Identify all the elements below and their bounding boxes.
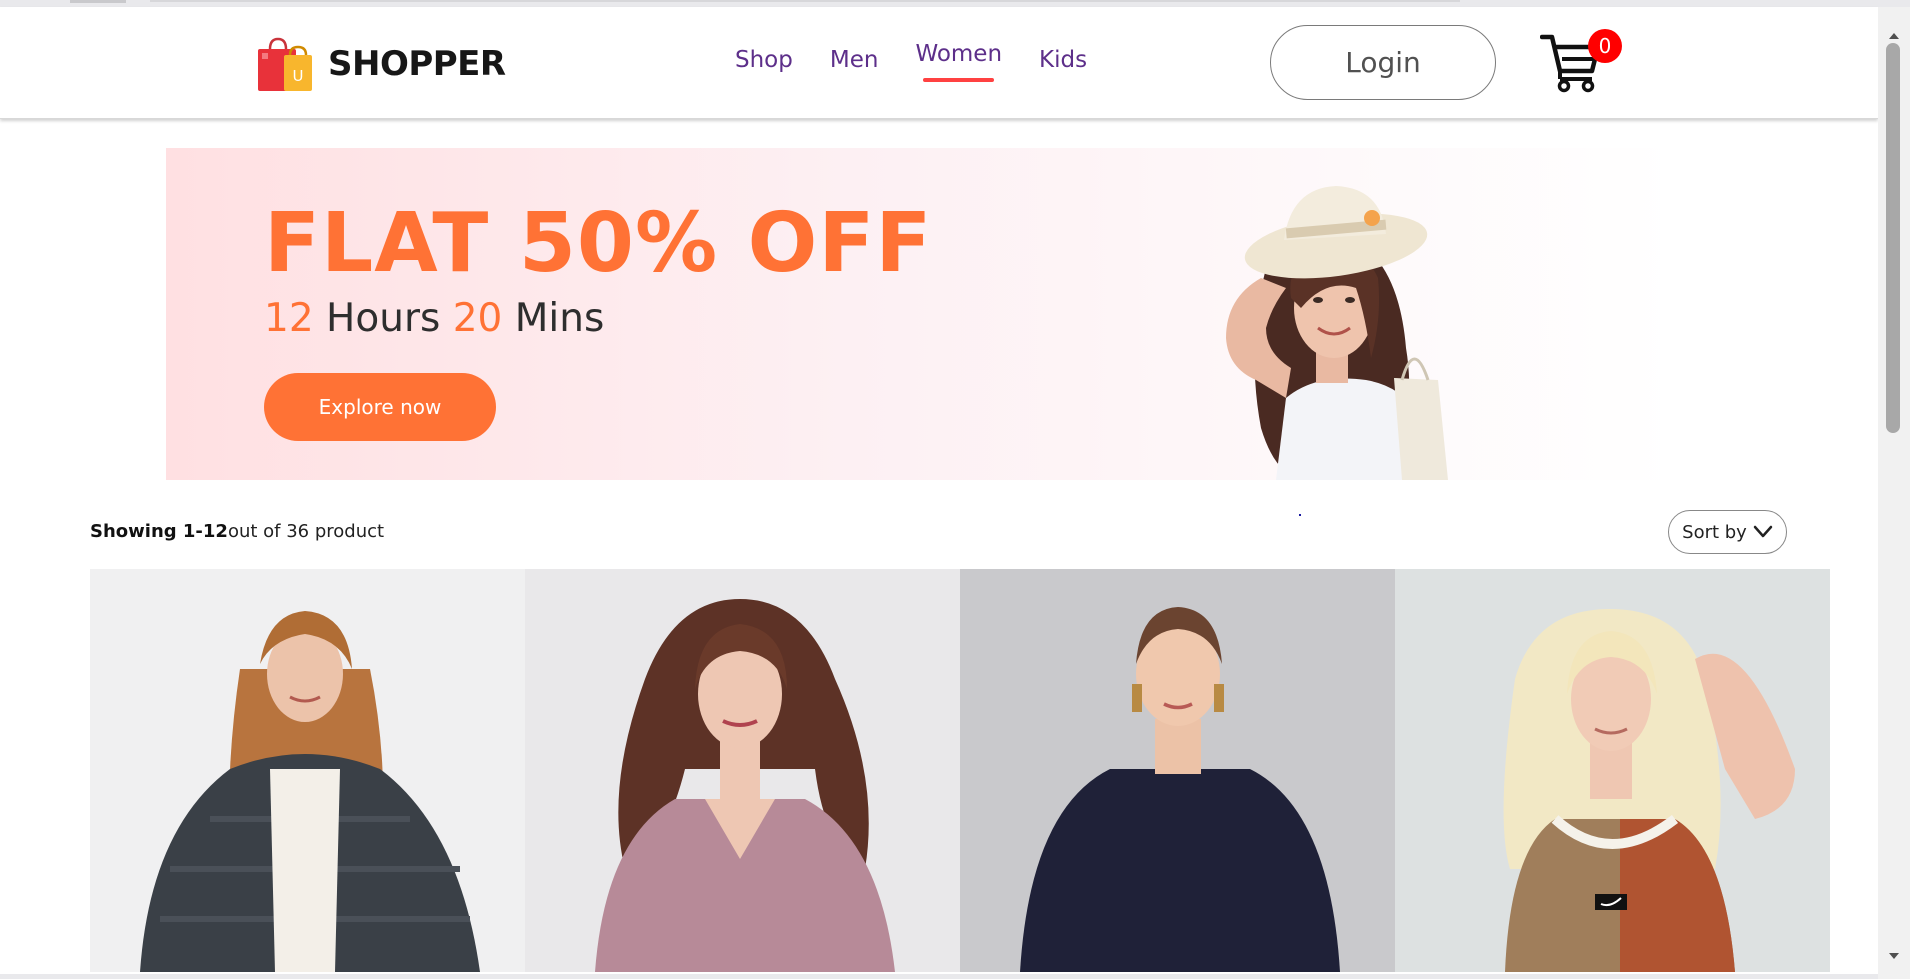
brand-name: SHOPPER bbox=[328, 44, 506, 84]
results-count-rest: out of 36 product bbox=[227, 521, 385, 542]
vertical-scrollbar[interactable] bbox=[1878, 7, 1910, 979]
sort-by-label: Sort by bbox=[1682, 521, 1747, 543]
chevron-down-icon bbox=[1753, 525, 1773, 538]
svg-text:U: U bbox=[293, 67, 304, 85]
product-card[interactable] bbox=[1395, 569, 1830, 972]
product-grid bbox=[90, 569, 1830, 972]
countdown-hours-value: 12 bbox=[264, 296, 314, 341]
nav-item-shop[interactable]: Shop bbox=[735, 47, 793, 73]
hero-model-image bbox=[1226, 186, 1448, 480]
product-card[interactable] bbox=[90, 569, 525, 972]
countdown-mins-label: Mins bbox=[514, 296, 605, 341]
product-image-fur-jacket bbox=[90, 569, 525, 972]
nav-item-label: Kids bbox=[1039, 47, 1088, 73]
nav-item-women[interactable]: Women bbox=[915, 41, 1003, 82]
navbar: U SHOPPER Shop Men Women Kids Login 0 bbox=[0, 7, 1878, 119]
results-count: Showing 1-12out of 36 product bbox=[90, 521, 384, 542]
shopping-bag-icon: U bbox=[258, 37, 312, 91]
browser-top-strip bbox=[0, 0, 1910, 7]
brand-logo[interactable]: U SHOPPER bbox=[256, 35, 506, 93]
product-image-pink-blouse bbox=[525, 569, 960, 972]
results-count-bold: Showing 1-12 bbox=[90, 521, 228, 542]
nav-item-label: Men bbox=[829, 47, 879, 73]
browser-bottom-strip bbox=[0, 974, 1878, 979]
nav-item-kids[interactable]: Kids bbox=[1039, 47, 1087, 73]
nav-item-men[interactable]: Men bbox=[830, 47, 879, 73]
product-image-tank-top bbox=[1395, 569, 1830, 972]
countdown-hours-label: Hours bbox=[326, 296, 441, 341]
scroll-down-arrow-icon[interactable] bbox=[1889, 953, 1899, 959]
stray-dot bbox=[1299, 514, 1301, 516]
scrollbar-thumb[interactable] bbox=[1886, 43, 1900, 433]
main-nav: Shop Men Women Kids bbox=[735, 41, 1124, 82]
sort-by-dropdown[interactable]: Sort by bbox=[1668, 510, 1787, 554]
browser-tab-stub bbox=[70, 0, 126, 3]
cart-count-badge: 0 bbox=[1588, 29, 1622, 63]
nav-item-label: Shop bbox=[735, 47, 793, 73]
product-card[interactable] bbox=[525, 569, 960, 972]
cart-button[interactable]: 0 bbox=[1539, 29, 1622, 101]
nav-item-label: Women bbox=[915, 41, 1003, 67]
product-image-navy-sweater bbox=[960, 569, 1395, 972]
explore-now-button[interactable]: Explore now bbox=[264, 373, 496, 441]
hero-title: FLAT 50% OFF bbox=[264, 196, 933, 291]
browser-tab-line bbox=[150, 0, 1460, 2]
product-card[interactable] bbox=[960, 569, 1395, 972]
hero-banner: FLAT 50% OFF 12 Hours 20 Mins Explore no… bbox=[166, 148, 1676, 480]
hero-countdown: 12 Hours 20 Mins bbox=[264, 296, 604, 341]
scroll-up-arrow-icon[interactable] bbox=[1889, 33, 1899, 39]
active-nav-underline bbox=[923, 78, 995, 82]
countdown-mins-value: 20 bbox=[452, 296, 503, 341]
login-button[interactable]: Login bbox=[1270, 25, 1496, 100]
